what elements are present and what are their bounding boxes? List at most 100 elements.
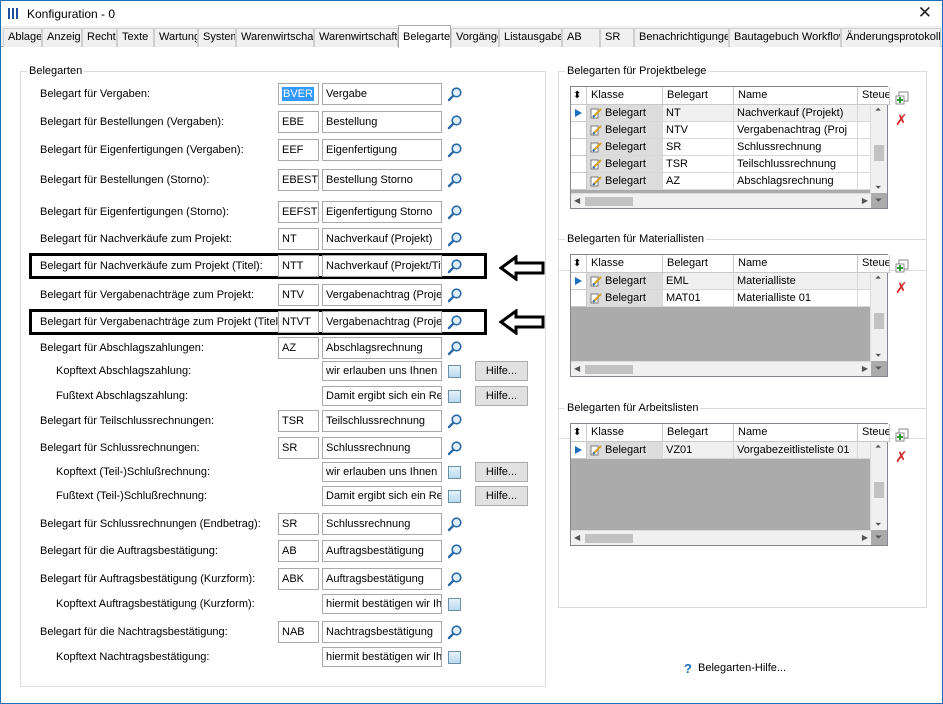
belegart-code-input[interactable]: AB (278, 540, 319, 562)
add-row-icon[interactable] (895, 259, 909, 273)
belegart-code-input[interactable]: NTVT (278, 311, 319, 333)
scroll-thumb[interactable] (585, 197, 633, 206)
scroll-up-icon[interactable]: ⏶ (875, 105, 881, 115)
tab-benachrichtigungen[interactable]: Benachrichtigungen (634, 28, 729, 47)
tab-ablage[interactable]: Ablage (3, 28, 42, 47)
tab-texte[interactable]: Texte (117, 28, 154, 47)
edit-text-icon[interactable] (448, 365, 461, 378)
search-icon[interactable] (447, 624, 463, 640)
horizontal-scrollbar[interactable]: ◀ ▶ (571, 193, 871, 208)
cell-belegart[interactable]: EML (663, 273, 734, 290)
help-icon[interactable]: ? (684, 661, 694, 676)
row-selector[interactable] (571, 442, 587, 459)
text-field[interactable]: Damit ergibt sich ein Rech (322, 386, 442, 406)
search-icon[interactable] (447, 114, 463, 130)
search-icon[interactable] (447, 287, 463, 303)
tab-system[interactable]: System (198, 28, 236, 47)
cell-name[interactable]: Abschlagsrechnung (734, 173, 858, 190)
add-row-icon[interactable] (895, 428, 909, 442)
search-icon[interactable] (447, 413, 463, 429)
scroll-left-icon[interactable]: ◀ (574, 533, 580, 542)
belegarten-help-link[interactable]: Belegarten-Hilfe... (698, 662, 786, 674)
row-selector[interactable] (571, 139, 587, 156)
edit-text-icon[interactable] (448, 651, 461, 664)
column-header[interactable]: Name (734, 87, 858, 105)
search-icon[interactable] (447, 258, 463, 274)
tab-belegarten[interactable]: Belegarten (398, 25, 451, 48)
belegarten-grid[interactable]: ⬍ Klasse Belegart Name Steue Belegart VZ01 Vorg… (570, 423, 890, 546)
belegarten-grid[interactable]: ⬍ Klasse Belegart Name Steue Belegart NT Nachve… (570, 86, 890, 209)
column-header[interactable]: Name (734, 255, 858, 273)
cell-klasse[interactable]: Belegart (587, 156, 663, 173)
column-header[interactable]: Steue (858, 255, 890, 273)
cell-name[interactable]: Vorgabezeitlisteliste 01 (734, 442, 858, 459)
belegart-code-input[interactable]: TSR (278, 410, 319, 432)
scroll-left-icon[interactable]: ◀ (574, 196, 580, 205)
belegart-code-input[interactable]: BVER (278, 83, 319, 105)
column-header[interactable]: Name (734, 424, 858, 442)
scroll-right-icon[interactable]: ▶ (862, 364, 868, 373)
search-icon[interactable] (447, 231, 463, 247)
belegart-code-input[interactable]: NTV (278, 284, 319, 306)
edit-text-icon[interactable] (448, 490, 461, 503)
belegart-code-input[interactable]: EEF (278, 139, 319, 161)
cell-klasse[interactable]: Belegart (587, 105, 663, 122)
search-icon[interactable] (447, 440, 463, 456)
cell-klasse[interactable]: Belegart (587, 173, 663, 190)
search-icon[interactable] (447, 204, 463, 220)
column-header[interactable]: Belegart (663, 87, 734, 105)
edit-text-icon[interactable] (448, 466, 461, 479)
delete-row-icon[interactable]: ✗ (895, 281, 909, 296)
scroll-thumb[interactable] (874, 145, 884, 161)
grid-sort-icon[interactable]: ⬍ (571, 87, 587, 105)
grid-sort-icon[interactable]: ⬍ (571, 424, 587, 442)
vertical-scrollbar[interactable]: ⏶ ⏷ (870, 105, 887, 193)
cell-name[interactable]: Vergabenachtrag (Proj (734, 122, 858, 139)
cell-name[interactable]: Materialliste (734, 273, 858, 290)
scroll-left-icon[interactable]: ◀ (574, 364, 580, 373)
tab-warenwirtschaft-2[interactable]: Warenwirtschaft 2 (314, 28, 398, 47)
belegart-code-input[interactable]: ABK (278, 568, 319, 590)
cell-belegart[interactable]: VZ01 (663, 442, 734, 459)
cell-belegart[interactable]: AZ (663, 173, 734, 190)
text-field[interactable]: Damit ergibt sich ein Rech (322, 486, 442, 506)
cell-name[interactable]: Nachverkauf (Projekt) (734, 105, 858, 122)
column-header[interactable]: Belegart (663, 255, 734, 273)
belegart-code-input[interactable]: EBEST (278, 169, 319, 191)
help-button[interactable]: Hilfe... (475, 386, 528, 406)
belegart-code-input[interactable]: NTT (278, 255, 319, 277)
search-icon[interactable] (447, 86, 463, 102)
scroll-thumb[interactable] (874, 313, 884, 329)
scroll-thumb[interactable] (585, 365, 633, 374)
scroll-down-icon[interactable]: ⏷ (875, 520, 881, 530)
scroll-right-icon[interactable]: ▶ (862, 533, 868, 542)
text-field[interactable]: wir erlauben uns Ihnen lau (322, 361, 442, 381)
row-selector[interactable] (571, 290, 587, 307)
column-header[interactable]: Steue (858, 424, 890, 442)
cell-klasse[interactable]: Belegart (587, 122, 663, 139)
search-icon[interactable] (447, 340, 463, 356)
search-icon[interactable] (447, 142, 463, 158)
scroll-right-icon[interactable]: ▶ (862, 196, 868, 205)
add-row-icon[interactable] (895, 91, 909, 105)
vertical-scrollbar[interactable]: ⏶ ⏷ (870, 273, 887, 361)
delete-row-icon[interactable]: ✗ (895, 113, 909, 128)
column-header[interactable]: Klasse (587, 255, 663, 273)
cell-belegart[interactable]: TSR (663, 156, 734, 173)
scroll-down-icon[interactable]: ⏷ (875, 183, 881, 193)
scroll-down-icon[interactable]: ⏷ (875, 351, 881, 361)
tab-aenderungsprotokoll[interactable]: Änderungsprotokoll (841, 28, 941, 47)
belegart-code-input[interactable]: EEFST (278, 201, 319, 223)
belegart-code-input[interactable]: AZ (278, 337, 319, 359)
cell-belegart[interactable]: NTV (663, 122, 734, 139)
belegart-code-input[interactable]: SR (278, 437, 319, 459)
text-field[interactable]: hiermit bestätigen wir Ihne (322, 647, 442, 667)
help-button[interactable]: Hilfe... (475, 486, 528, 506)
cell-name[interactable]: Teilschlussrechnung (734, 156, 858, 173)
cell-klasse[interactable]: Belegart (587, 273, 663, 290)
tab-anzeige[interactable]: Anzeige (42, 28, 82, 47)
vertical-scrollbar[interactable]: ⏶ ⏷ (870, 442, 887, 530)
horizontal-scrollbar[interactable]: ◀ ▶ (571, 361, 871, 376)
cell-belegart[interactable]: SR (663, 139, 734, 156)
cell-belegart[interactable]: MAT01 (663, 290, 734, 307)
